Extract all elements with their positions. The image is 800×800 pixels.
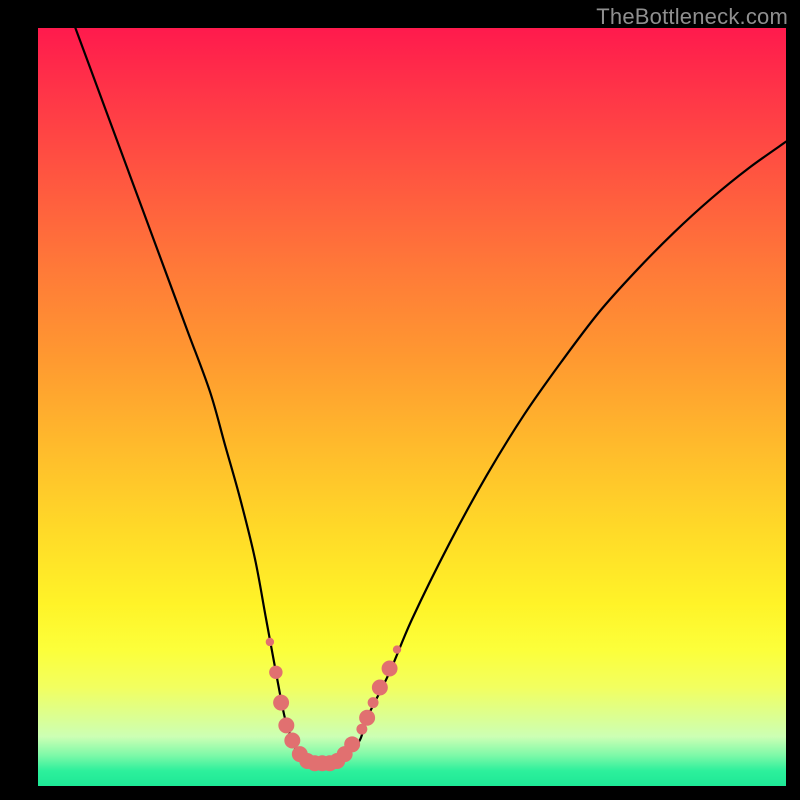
marker-group — [266, 638, 402, 771]
curve-group — [75, 28, 786, 764]
marker-dot — [368, 697, 379, 708]
marker-dot — [278, 717, 294, 733]
marker-dot — [344, 736, 360, 752]
marker-dot — [266, 638, 274, 646]
marker-dot — [273, 695, 289, 711]
marker-dot — [269, 666, 282, 679]
marker-dot — [393, 645, 401, 653]
marker-dot — [372, 679, 388, 695]
plot-area — [38, 28, 786, 786]
bottleneck-curve — [75, 28, 786, 764]
marker-dot — [284, 733, 300, 749]
marker-dot — [359, 710, 375, 726]
marker-dot — [382, 661, 398, 677]
chart-svg — [38, 28, 786, 786]
chart-frame: TheBottleneck.com — [0, 0, 800, 800]
watermark-text: TheBottleneck.com — [596, 4, 788, 30]
